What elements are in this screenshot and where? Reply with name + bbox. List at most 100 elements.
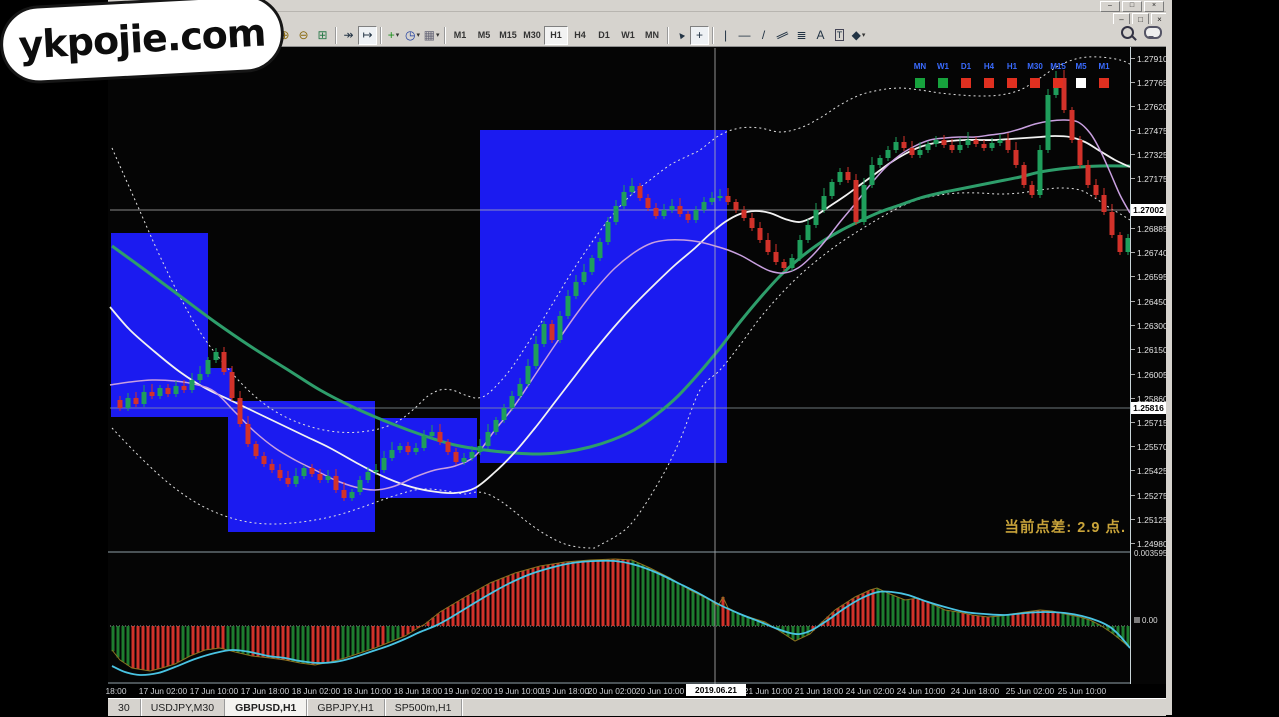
text-label-button[interactable]: T <box>830 26 849 45</box>
mtf-label-d1: D1 <box>954 62 978 71</box>
toolbar-separator <box>380 27 381 44</box>
timeframe-mn[interactable]: MN <box>640 26 664 45</box>
templates-button[interactable]: ▦▾ <box>422 26 441 45</box>
price-tick: 1.25715 <box>1137 418 1168 428</box>
shapes-button-glyph: ◆ <box>852 28 861 42</box>
fibonacci-button[interactable]: ≣ <box>792 26 811 45</box>
toolbar-right <box>1121 26 1162 39</box>
chart-tab[interactable]: GBPUSD,H1 <box>225 699 307 716</box>
periods-button[interactable]: ◷▾ <box>403 26 422 45</box>
cursor-button-glyph: ▲ <box>673 28 687 43</box>
window-right-border <box>1166 0 1172 715</box>
timeframe-m30[interactable]: M30 <box>520 26 544 45</box>
price-tick: 1.26885 <box>1137 224 1168 234</box>
minimize-button[interactable]: – <box>1100 1 1120 12</box>
price-tick: 1.26740 <box>1137 248 1168 258</box>
mtf-signal-square <box>1030 78 1040 88</box>
channel-button[interactable]: ∥ <box>773 26 792 45</box>
timeframe-m1[interactable]: M1 <box>448 26 472 45</box>
trendline-button[interactable]: / <box>754 26 773 45</box>
toolbar-separator <box>667 27 668 44</box>
price-tick: 1.26595 <box>1137 272 1168 282</box>
chat-icon[interactable] <box>1144 26 1162 39</box>
mtf-signal-square <box>961 78 971 88</box>
tab-bar: 30USDJPY,M30GBPUSD,H1GBPJPY,H1SP500m,H1 <box>108 698 1166 716</box>
dropdown-arrow-icon: ▾ <box>396 31 400 39</box>
dropdown-arrow-icon: ▾ <box>436 31 440 39</box>
search-icon[interactable] <box>1121 26 1134 39</box>
toolbar-separator <box>444 27 445 44</box>
vertical-line-button[interactable]: | <box>716 26 735 45</box>
timeframe-m5[interactable]: M5 <box>472 26 496 45</box>
timeframe-h1[interactable]: H1 <box>544 26 568 45</box>
chart-tab[interactable]: GBPJPY,H1 <box>307 699 384 716</box>
price-tick: 1.26005 <box>1137 370 1168 380</box>
mt4-window: [GBPUSD,H1] –□× ) 帮助(H) –□× ◐◓▸自动交易≡▮∿⊕⊖… <box>108 0 1172 715</box>
crosshair-button-glyph: + <box>696 28 703 42</box>
indicators-button-glyph: + <box>388 28 395 42</box>
chart-plot-area[interactable] <box>108 47 1166 698</box>
zoom-out-button-glyph: ⊖ <box>299 28 309 42</box>
price-tick: 1.25125 <box>1137 515 1168 525</box>
text-button-glyph: A <box>817 28 825 42</box>
time-axis[interactable]: 18:0017 Jun 02:0017 Jun 10:0017 Jun 18:0… <box>108 684 1166 698</box>
mtf-label-w1: W1 <box>931 62 955 71</box>
shapes-button[interactable]: ◆▾ <box>849 26 868 45</box>
auto-scroll-button[interactable]: ↠ <box>339 26 358 45</box>
chart-tab[interactable]: SP500m,H1 <box>385 699 463 716</box>
mtf-label-h1: H1 <box>1000 62 1024 71</box>
cursor-button[interactable]: ▲ <box>671 26 690 45</box>
price-tick: 1.27620 <box>1137 102 1168 112</box>
fibonacci-button-glyph: ≣ <box>797 28 807 42</box>
text-label-button-glyph: T <box>835 29 845 41</box>
timeframe-h4[interactable]: H4 <box>568 26 592 45</box>
macd-level-marker <box>1134 617 1140 623</box>
price-tick: 1.26450 <box>1137 297 1168 307</box>
mtf-signal-square <box>938 78 948 88</box>
chart-tab[interactable]: 30 <box>108 699 141 716</box>
toolbar-separator <box>335 27 336 44</box>
close-button[interactable]: × <box>1144 1 1164 12</box>
price-tick: 1.25570 <box>1137 442 1168 452</box>
screen: [GBPUSD,H1] –□× ) 帮助(H) –□× ◐◓▸自动交易≡▮∿⊕⊖… <box>0 0 1279 717</box>
price-tick: 1.25275 <box>1137 491 1168 501</box>
mtf-signal-square <box>1099 78 1109 88</box>
price-tick: 1.26150 <box>1137 345 1168 355</box>
price-scale[interactable]: 1.279101.277651.276201.274751.273251.271… <box>1130 47 1167 698</box>
dropdown-arrow-icon: ▾ <box>417 31 421 39</box>
crosshair-date-box: 2019.06.21 2:00 <box>686 684 746 696</box>
dropdown-arrow-icon: ▾ <box>862 31 866 39</box>
spread-label: 当前点差: 2.9 点. <box>930 516 1126 537</box>
restore-button[interactable]: □ <box>1122 1 1142 12</box>
mtf-label-m1: M1 <box>1092 62 1116 71</box>
indicators-button[interactable]: +▾ <box>384 26 403 45</box>
price-tick: 1.26300 <box>1137 321 1168 331</box>
bid-price-box: 1.25816 <box>1131 402 1166 414</box>
price-tick: 1.27910 <box>1137 54 1168 64</box>
watermark: ykpojie.com <box>0 0 286 85</box>
mtf-signal-square <box>1053 78 1063 88</box>
chart-shift-button[interactable]: ↦ <box>358 26 377 45</box>
mtf-label-h4: H4 <box>977 62 1001 71</box>
text-button[interactable]: A <box>811 26 830 45</box>
price-tick: 1.27175 <box>1137 174 1168 184</box>
mtf-label-m30: M30 <box>1023 62 1047 71</box>
app-window-controls: –□× <box>1100 1 1164 12</box>
timeframe-d1[interactable]: D1 <box>592 26 616 45</box>
trendline-button-glyph: / <box>762 28 765 42</box>
mtf-signal-square <box>984 78 994 88</box>
mtf-signal-square <box>1076 78 1086 88</box>
timeframe-m15[interactable]: M15 <box>496 26 520 45</box>
timeframe-w1[interactable]: W1 <box>616 26 640 45</box>
crosshair-button[interactable]: + <box>690 26 709 45</box>
tile-windows-button[interactable]: ⊞ <box>313 26 332 45</box>
price-tick: 1.27765 <box>1137 78 1168 88</box>
horizontal-line-button[interactable]: — <box>735 26 754 45</box>
price-tick: 1.27475 <box>1137 126 1168 136</box>
vertical-line-button-glyph: | <box>724 28 727 42</box>
mtf-label-m5: M5 <box>1069 62 1093 71</box>
chart-tab[interactable]: USDJPY,M30 <box>141 699 225 716</box>
zoom-out-button[interactable]: ⊖ <box>294 26 313 45</box>
time-label: 25 Jun 10:00 <box>1047 686 1117 696</box>
mtf-signal-square <box>1007 78 1017 88</box>
